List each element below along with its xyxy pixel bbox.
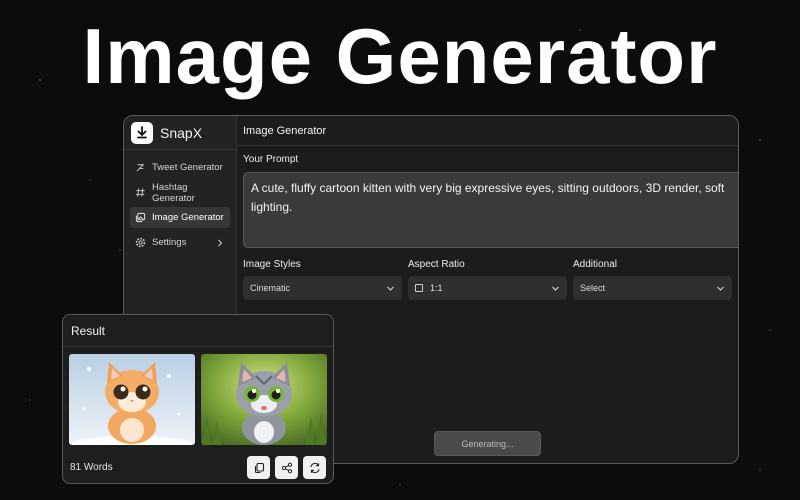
result-title: Result (63, 315, 333, 347)
sidebar-item-label: Hashtag Generator (152, 181, 195, 204)
square-icon (415, 284, 423, 292)
quill-icon (136, 164, 145, 172)
hashtag-icon (135, 188, 145, 197)
result-image-grey-kitten[interactable] (201, 354, 327, 445)
additional-value: Select (580, 283, 606, 293)
additional-select[interactable]: Select (573, 276, 732, 300)
image-styles-select[interactable]: Cinematic (243, 276, 402, 300)
prompt-input[interactable]: A cute, fluffy cartoon kitten with very … (243, 172, 738, 248)
aspect-ratio-label: Aspect Ratio (408, 259, 465, 270)
copy-button[interactable] (247, 456, 270, 479)
chevron-down-icon (717, 286, 724, 291)
result-actions (247, 456, 326, 479)
sidebar-item-label: Tweet Generator (152, 162, 223, 173)
download-icon (131, 121, 153, 144)
sidebar-item-hashtag-generator[interactable]: Hashtag Generator (130, 181, 230, 204)
chevron-down-icon (387, 286, 394, 291)
aspect-ratio-select[interactable]: 1:1 (408, 276, 567, 300)
image-styles-value: Cinematic (250, 283, 291, 293)
hero-title: Image Generator (82, 12, 718, 100)
result-panel: Result 81 Words (62, 314, 334, 484)
image-stack-icon (135, 212, 146, 223)
chevron-down-icon (552, 286, 559, 291)
sidebar-item-label: Settings (152, 237, 187, 248)
share-button[interactable] (275, 456, 298, 479)
sidebar-nav: Tweet Generator Hashtag Generator Image … (124, 150, 236, 253)
sidebar-item-image-generator[interactable]: Image Generator (130, 207, 230, 228)
additional-label: Additional (573, 259, 617, 270)
image-styles-label: Image Styles (243, 259, 301, 270)
sidebar-item-label: Image Generator (152, 212, 224, 223)
copy-icon (254, 462, 264, 473)
page-title: Image Generator (237, 116, 738, 146)
sidebar-item-tweet-generator[interactable]: Tweet Generator (130, 157, 230, 178)
gear-icon (135, 237, 146, 248)
refresh-icon (309, 462, 320, 473)
regenerate-button[interactable] (303, 456, 326, 479)
generate-button[interactable]: Generating... (434, 431, 541, 456)
share-icon (281, 462, 292, 473)
sidebar-item-settings[interactable]: Settings (130, 232, 230, 253)
app-name: SnapX (160, 124, 203, 141)
word-count: 81 Words (70, 462, 113, 473)
prompt-label: Your Prompt (243, 154, 299, 165)
chevron-right-icon (218, 239, 223, 246)
aspect-ratio-value: 1:1 (430, 283, 443, 293)
brand[interactable]: SnapX (124, 116, 236, 150)
result-image-orange-kitten[interactable] (69, 354, 195, 445)
